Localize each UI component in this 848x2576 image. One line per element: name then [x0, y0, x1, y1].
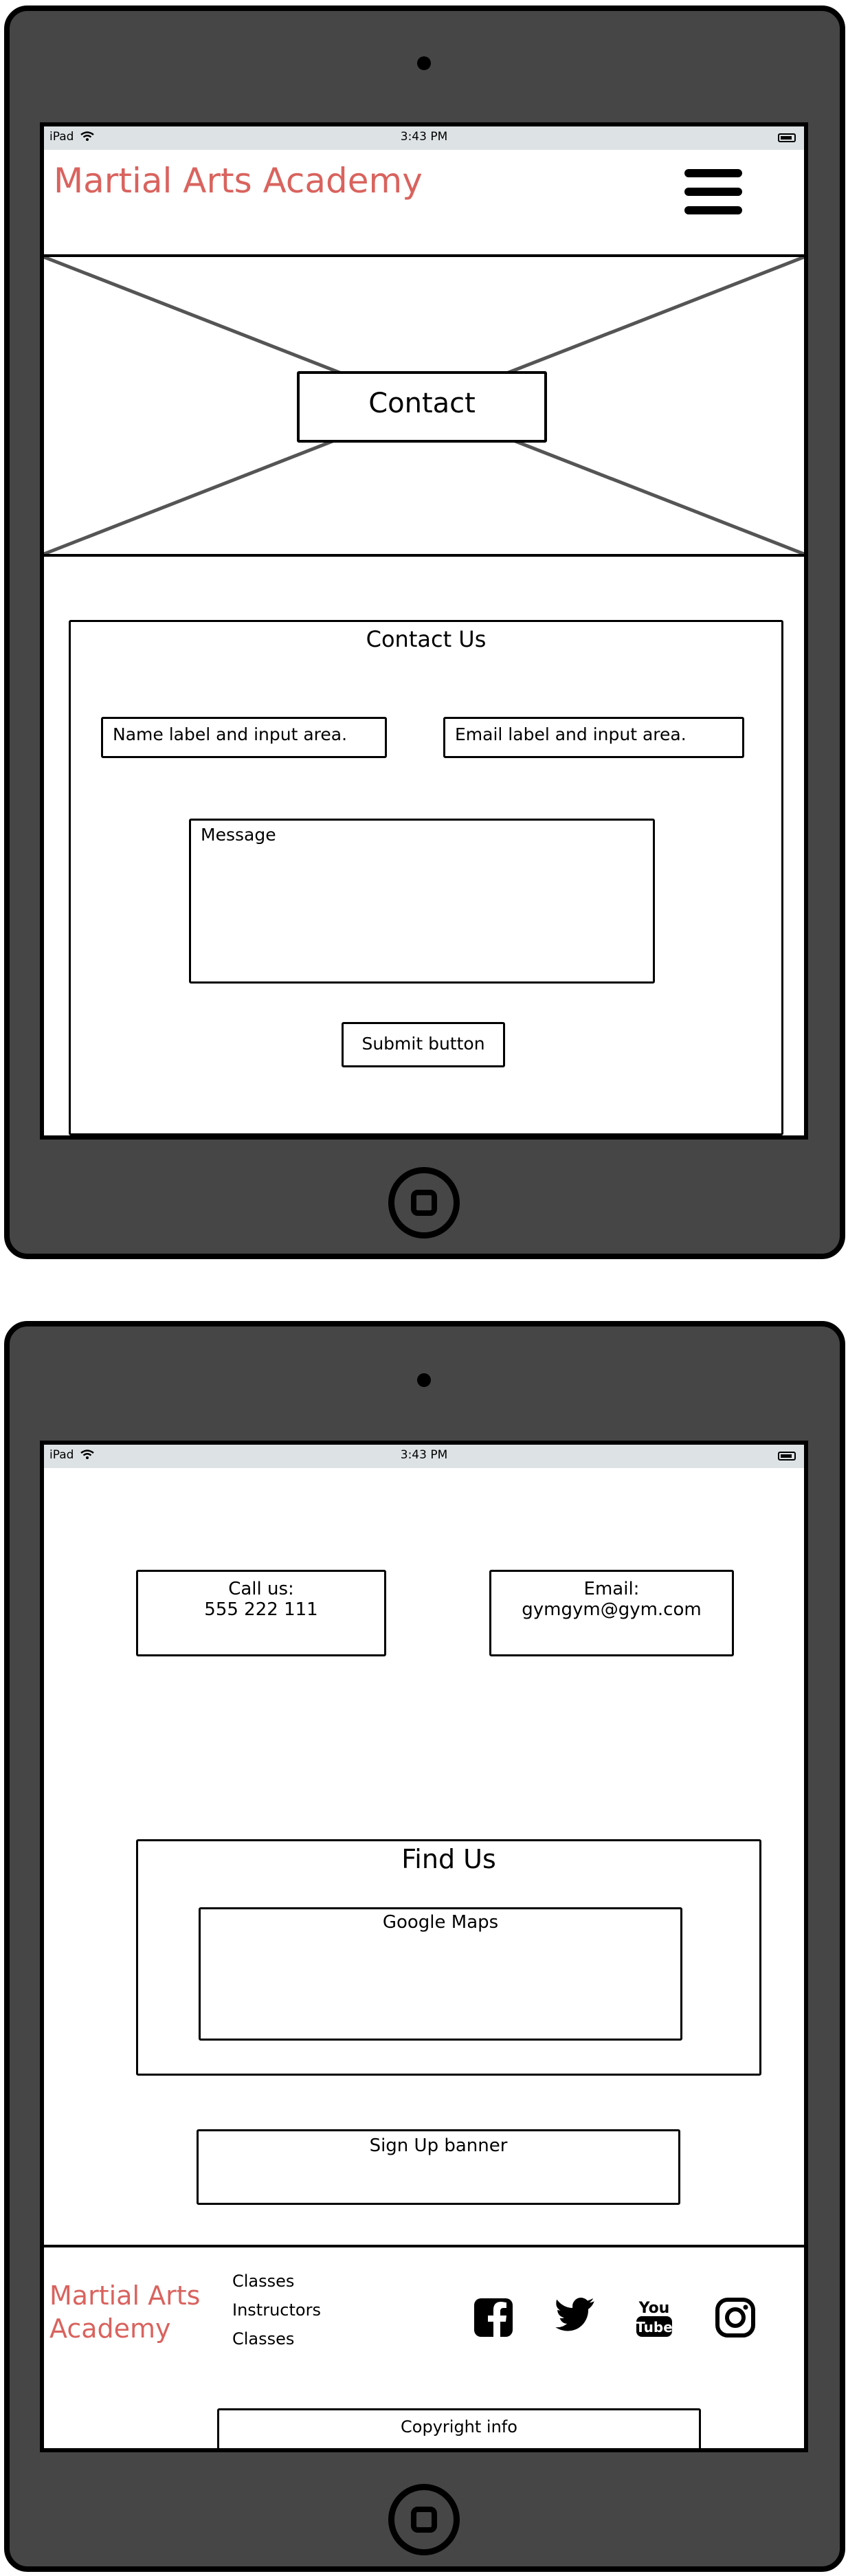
submit-button[interactable]: Submit button	[342, 1022, 505, 1067]
status-time: 3:43 PM	[400, 130, 448, 144]
name-field[interactable]: Name label and input area.	[101, 717, 387, 758]
instagram-icon[interactable]	[713, 2296, 757, 2342]
find-us-section: Find Us Google Maps	[136, 1839, 761, 2076]
footer-link[interactable]: Classes	[232, 2267, 321, 2296]
copyright-info: Copyright info	[217, 2408, 701, 2448]
home-button-top[interactable]	[388, 1167, 460, 1239]
footer-link[interactable]: Classes	[232, 2324, 321, 2353]
home-button-bottom[interactable]	[388, 2484, 460, 2555]
svg-text:You: You	[638, 2300, 670, 2317]
front-camera	[417, 56, 431, 70]
footer: Martial Arts Academy Classes Instructors…	[44, 2245, 804, 2448]
email-field[interactable]: Email label and input area.	[443, 717, 744, 758]
google-map[interactable]: Google Maps	[199, 1907, 682, 2041]
email-box[interactable]: Email: gymgym@gym.com	[489, 1570, 734, 1656]
status-time: 3:43 PM	[400, 1448, 448, 1462]
hero-image-placeholder: Contact	[44, 254, 804, 557]
signup-banner[interactable]: Sign Up banner	[197, 2129, 680, 2205]
site-title[interactable]: Martial Arts Academy	[54, 161, 423, 201]
screen-top: iPad 3:43 PM Martial Arts Academy Contac…	[40, 122, 808, 1140]
battery-icon	[778, 133, 796, 142]
footer-brand[interactable]: Martial Arts Academy	[49, 2279, 200, 2345]
twitter-icon[interactable]	[554, 2296, 598, 2342]
svg-text:Tube: Tube	[636, 2319, 673, 2335]
call-label: Call us:	[228, 1579, 294, 1599]
footer-link[interactable]: Instructors	[232, 2296, 321, 2324]
status-bar: iPad 3:43 PM	[44, 126, 804, 150]
front-camera	[417, 1373, 431, 1387]
message-field[interactable]: Message	[189, 819, 655, 984]
battery-icon	[778, 1452, 796, 1461]
screen-bottom: iPad 3:43 PM Call us: 555 222 111 Email:…	[40, 1441, 808, 2452]
contact-form: Contact Us Name label and input area. Em…	[69, 620, 783, 1135]
contact-heading: Contact Us	[366, 626, 487, 652]
hamburger-menu-icon[interactable]	[684, 169, 742, 214]
call-us-box[interactable]: Call us: 555 222 111	[136, 1570, 386, 1656]
call-number: 555 222 111	[204, 1599, 318, 1620]
hero-title: Contact	[297, 371, 547, 443]
youtube-icon[interactable]: You Tube	[632, 2296, 676, 2342]
email-address: gymgym@gym.com	[522, 1599, 702, 1620]
email-label: Email:	[583, 1579, 640, 1599]
facebook-icon[interactable]	[471, 2296, 515, 2342]
status-bar: iPad 3:43 PM	[44, 1445, 804, 1468]
footer-links: Classes Instructors Classes	[232, 2267, 321, 2353]
find-us-heading: Find Us	[401, 1844, 496, 1874]
